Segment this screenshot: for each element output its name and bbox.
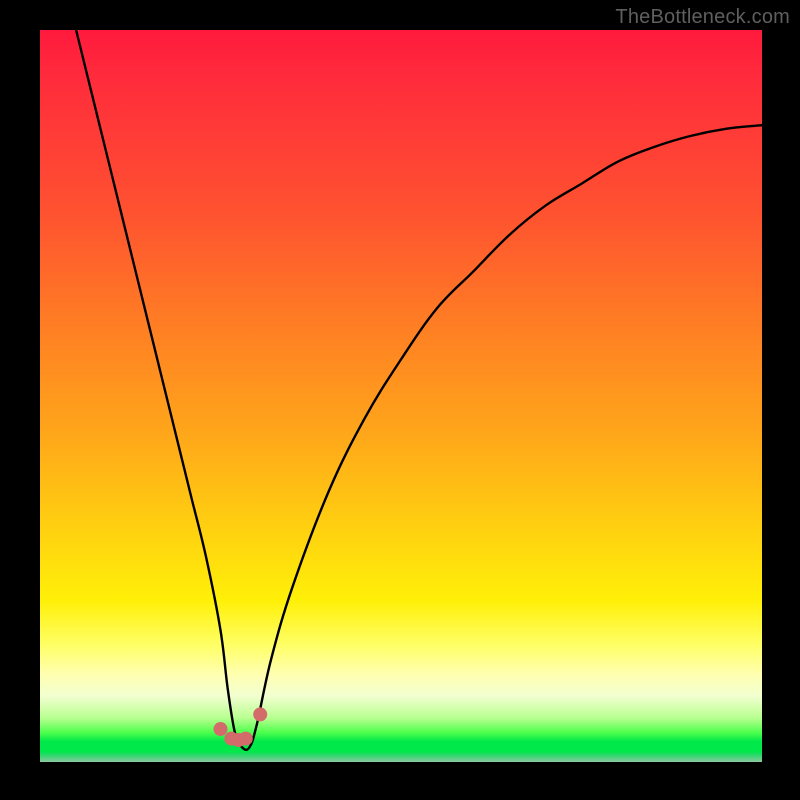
- trough-marker: [214, 722, 228, 736]
- chart-frame: TheBottleneck.com: [0, 0, 800, 800]
- chart-svg: [40, 30, 762, 762]
- trough-markers: [214, 707, 268, 747]
- bottleneck-curve: [76, 30, 762, 750]
- trough-marker: [253, 707, 267, 721]
- watermark-text: TheBottleneck.com: [615, 6, 790, 29]
- trough-marker: [239, 732, 253, 746]
